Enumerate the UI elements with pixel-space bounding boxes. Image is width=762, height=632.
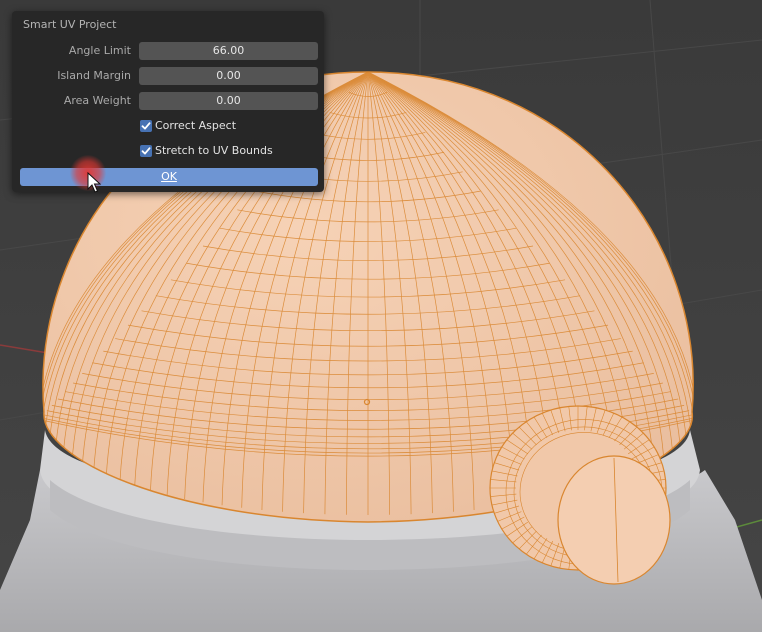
mouse-pointer-icon bbox=[87, 172, 101, 193]
island-margin-row: Island Margin 0.00 bbox=[12, 67, 324, 85]
area-weight-field[interactable]: 0.00 bbox=[139, 92, 318, 110]
smart-uv-project-dialog: Smart UV Project Angle Limit 66.00 Islan… bbox=[12, 11, 324, 192]
island-margin-label: Island Margin bbox=[57, 69, 131, 82]
checkmark-icon bbox=[141, 122, 151, 130]
area-weight-row: Area Weight 0.00 bbox=[12, 92, 324, 110]
stretch-to-uv-bounds-label: Stretch to UV Bounds bbox=[155, 144, 273, 157]
correct-aspect-label: Correct Aspect bbox=[155, 119, 237, 132]
checkmark-icon bbox=[141, 147, 151, 155]
correct-aspect-checkbox[interactable] bbox=[140, 120, 152, 132]
angle-limit-field[interactable]: 66.00 bbox=[139, 42, 318, 60]
angle-limit-row: Angle Limit 66.00 bbox=[12, 42, 324, 60]
angle-limit-label: Angle Limit bbox=[68, 44, 131, 57]
stretch-to-uv-bounds-checkbox[interactable] bbox=[140, 145, 152, 157]
area-weight-label: Area Weight bbox=[63, 94, 131, 107]
island-margin-field[interactable]: 0.00 bbox=[139, 67, 318, 85]
dialog-title: Smart UV Project bbox=[23, 18, 117, 31]
ok-button[interactable]: OK bbox=[20, 168, 318, 186]
